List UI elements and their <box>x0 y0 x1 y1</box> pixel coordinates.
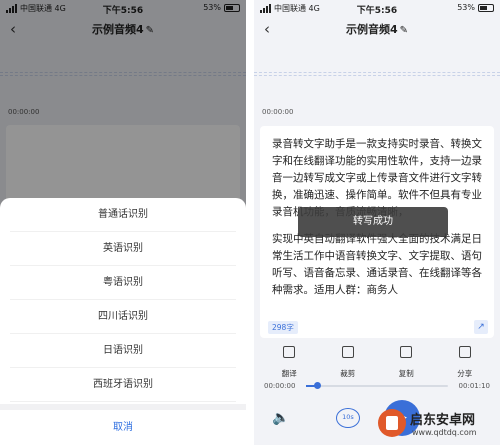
pencil-icon[interactable]: ✎ <box>400 25 408 36</box>
success-toast: 转写成功 <box>298 207 448 237</box>
battery-percent: 53% <box>457 3 475 12</box>
copy-button[interactable]: 复制 <box>386 342 426 378</box>
site-logo-icon <box>378 409 406 437</box>
rewind-10s-button[interactable]: 10s <box>336 408 360 428</box>
progress-track[interactable] <box>306 382 448 389</box>
cancel-button[interactable]: 取消 <box>0 410 246 445</box>
status-bar: 中国联通 4G 下午5:56 53% <box>254 0 500 18</box>
share-icon <box>458 346 471 358</box>
waveform-area <box>254 42 500 76</box>
translate-icon <box>283 346 296 358</box>
option-sichuanese[interactable]: 四川话识别 <box>10 300 236 334</box>
right-phone-screen: 中国联通 4G 下午5:56 53% ‹ 示例音频4 ✎ 00:00:00 录音转… <box>254 0 500 445</box>
current-time: 00:00:00 <box>264 382 296 390</box>
option-english[interactable]: 英语识别 <box>10 232 236 266</box>
option-cantonese[interactable]: 粤语识别 <box>10 266 236 300</box>
option-japanese[interactable]: 日语识别 <box>10 334 236 368</box>
playback-progress: 00:00:00 00:01:10 <box>264 380 490 392</box>
option-mandarin[interactable]: 普通话识别 <box>10 198 236 232</box>
watermark-name: 启东安卓网 <box>410 413 476 428</box>
screenshot-stage: 中国联通 4G 下午5:56 53% ‹ 示例音频4 ✎ 00:00:00 普通话… <box>0 0 500 445</box>
share-button[interactable]: 分享 <box>445 342 485 378</box>
clip-button[interactable]: 裁剪 <box>328 342 368 378</box>
transcript-paragraph-2: 实现中英自动翻译软件强大全面的技术满足日常生活工作中语音转换文字、文字提取、语句… <box>272 233 482 296</box>
page-title: 示例音频4 <box>345 23 398 36</box>
crop-icon <box>341 346 354 358</box>
speaker-icon[interactable]: 🔈 <box>272 410 289 426</box>
action-toolbar: 翻译 裁剪 复制 分享 <box>260 342 494 378</box>
nav-bar: ‹ 示例音频4 ✎ <box>254 18 500 40</box>
watermark-url: www.qdtdq.com <box>412 428 477 437</box>
battery-icon <box>478 3 494 12</box>
copy-icon <box>400 346 413 358</box>
total-time: 00:01:10 <box>458 382 490 390</box>
site-watermark: 启东安卓网 www.qdtdq.com <box>378 407 498 443</box>
language-sheet: 普通话识别 英语识别 粤语识别 四川话识别 日语识别 西班牙语识别 取消 <box>0 198 246 445</box>
word-count-badge: 298字 <box>268 321 298 334</box>
translate-button[interactable]: 翻译 <box>269 342 309 378</box>
left-phone-screen: 中国联通 4G 下午5:56 53% ‹ 示例音频4 ✎ 00:00:00 普通话… <box>0 0 246 445</box>
timeline-start: 00:00:00 <box>262 108 294 116</box>
expand-icon[interactable]: ↗ <box>474 320 488 334</box>
option-spanish[interactable]: 西班牙语识别 <box>10 368 236 402</box>
progress-handle[interactable] <box>314 382 322 389</box>
